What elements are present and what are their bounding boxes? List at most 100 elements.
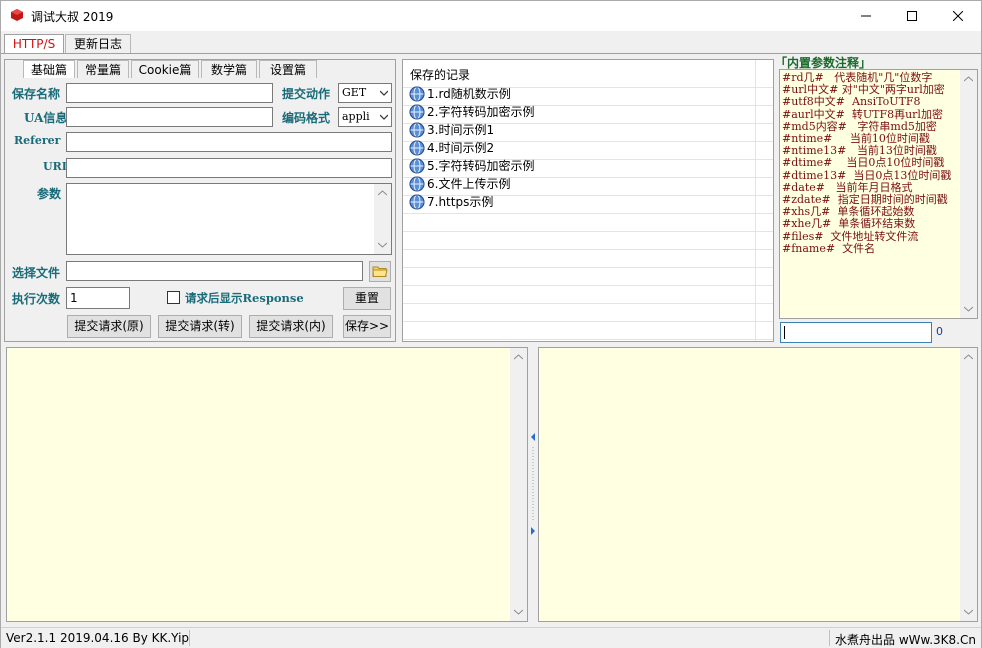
scroll-up-icon bbox=[514, 354, 523, 360]
title-bar: 调试大叔 2019 bbox=[1, 1, 981, 31]
list-gridline bbox=[403, 321, 773, 322]
list-gridline bbox=[403, 267, 773, 268]
subtab-settings[interactable]: 设置篇 bbox=[259, 60, 317, 78]
list-item[interactable]: 3.时间示例1 bbox=[409, 121, 494, 139]
notes-counter: 0 bbox=[936, 325, 943, 338]
globe-icon bbox=[409, 176, 425, 192]
list-item-label: 6.文件上传示例 bbox=[427, 177, 511, 191]
show-response-label: 请求后显示Response bbox=[185, 291, 304, 305]
tab-https[interactable]: HTTP/S bbox=[4, 34, 64, 54]
method-label: 提交动作 bbox=[282, 87, 331, 101]
scroll-down-icon bbox=[964, 306, 973, 312]
splitter-handle[interactable] bbox=[529, 429, 537, 539]
maximize-icon bbox=[907, 11, 917, 21]
list-gridline bbox=[403, 339, 773, 340]
window-title: 调试大叔 2019 bbox=[31, 10, 114, 24]
splitter-arrows-icon bbox=[531, 433, 535, 535]
scroll-up-icon bbox=[964, 76, 973, 82]
response-output-scrollbar[interactable] bbox=[960, 348, 977, 621]
status-bar: Ver2.1.1 2019.04.16 By KK.Yip 水煮舟出品 wWw.… bbox=[1, 627, 981, 648]
referer-label: Referer bbox=[14, 134, 61, 147]
status-credit: 水煮舟出品 wWw.3K8.Cn bbox=[835, 633, 976, 647]
notes-scrollbar[interactable] bbox=[960, 70, 977, 318]
list-gridline bbox=[403, 231, 773, 232]
referer-input[interactable] bbox=[66, 132, 392, 152]
globe-icon bbox=[409, 140, 425, 156]
list-gridline bbox=[403, 213, 773, 214]
tab-changelog[interactable]: 更新日志 bbox=[65, 34, 131, 53]
globe-icon bbox=[409, 104, 425, 120]
notes-panel: #rd几# 代表随机"几"位数字 #url中文# 对"中文"两字url加密 #utf… bbox=[779, 69, 978, 319]
chevron-down-icon bbox=[380, 114, 388, 120]
note-line: #files# 文件地址转文件流 bbox=[782, 229, 919, 243]
request-output-scrollbar[interactable] bbox=[510, 348, 527, 621]
encoding-label: 编码格式 bbox=[282, 111, 331, 125]
list-item-label: 3.时间示例1 bbox=[427, 123, 495, 137]
save-name-input[interactable] bbox=[66, 83, 273, 103]
method-select[interactable]: GET bbox=[338, 83, 392, 103]
note-line: #dtime# 当日0点10位时间戳 bbox=[782, 156, 945, 170]
show-response-checkbox[interactable] bbox=[167, 291, 180, 304]
minimize-icon bbox=[861, 15, 871, 17]
ua-input[interactable] bbox=[66, 107, 273, 127]
globe-icon bbox=[409, 158, 425, 174]
encoding-select[interactable]: appli bbox=[338, 107, 392, 127]
close-button[interactable] bbox=[935, 1, 981, 31]
submit-inner-button[interactable]: 提交请求(内) bbox=[249, 315, 333, 338]
status-divider bbox=[829, 630, 830, 646]
list-item[interactable]: 6.文件上传示例 bbox=[409, 175, 510, 193]
globe-icon bbox=[409, 122, 425, 138]
notes-text: #rd几# 代表随机"几"位数字 #url中文# 对"中文"两字url加密 #utf… bbox=[782, 71, 952, 255]
params-textarea[interactable] bbox=[66, 183, 392, 255]
status-divider bbox=[189, 630, 190, 646]
list-item[interactable]: 1.rd随机数示例 bbox=[409, 85, 511, 103]
ua-label: UA信息 bbox=[24, 111, 68, 125]
count-input[interactable]: 1 bbox=[66, 287, 130, 309]
scroll-up-icon bbox=[378, 190, 387, 196]
list-item-label: 1.rd随机数示例 bbox=[427, 87, 511, 101]
request-output-editor[interactable] bbox=[6, 347, 528, 622]
saved-records-list: 保存的记录 1.rd随机数示例 2.字符转码加密示例 3.时间示例1 4.时间示例2 5… bbox=[402, 59, 774, 342]
saved-records-header: 保存的记录 bbox=[410, 68, 471, 82]
scroll-down-icon bbox=[514, 609, 523, 615]
browse-file-button[interactable] bbox=[369, 261, 391, 282]
minimize-button[interactable] bbox=[843, 1, 889, 31]
submit-raw-button[interactable]: 提交请求(原) bbox=[67, 315, 151, 338]
folder-icon bbox=[372, 266, 388, 277]
list-item[interactable]: 7.https示例 bbox=[409, 193, 493, 211]
url-input[interactable] bbox=[66, 158, 392, 178]
text-cursor bbox=[784, 326, 785, 339]
subtab-basic[interactable]: 基础篇 bbox=[23, 60, 75, 78]
subtab-cookie[interactable]: Cookie篇 bbox=[131, 60, 199, 78]
submit-convert-button[interactable]: 提交请求(转) bbox=[158, 315, 242, 338]
globe-icon bbox=[409, 194, 425, 210]
list-item[interactable]: 5.字符转码加密示例 bbox=[409, 157, 534, 175]
save-button[interactable]: 保存>> bbox=[343, 315, 391, 338]
params-label: 参数 bbox=[37, 187, 62, 201]
list-item-label: 7.https示例 bbox=[427, 195, 494, 209]
note-line: #aurl中文# 转UTF8再url加密 bbox=[782, 107, 943, 121]
subtab-constants[interactable]: 常量篇 bbox=[77, 60, 129, 78]
params-scrollbar[interactable] bbox=[374, 184, 391, 254]
list-divider bbox=[755, 60, 756, 341]
save-name-label: 保存名称 bbox=[12, 87, 61, 101]
response-output-editor[interactable] bbox=[538, 347, 978, 622]
note-line: #xhe几# 单条循环结束数 bbox=[782, 217, 916, 231]
app-icon bbox=[11, 9, 23, 21]
maximize-button[interactable] bbox=[889, 1, 935, 31]
note-line: #fname# 文件名 bbox=[782, 241, 876, 255]
notes-search-input[interactable] bbox=[780, 322, 932, 343]
method-value: GET bbox=[342, 86, 367, 99]
file-path-input[interactable] bbox=[66, 261, 363, 281]
list-item[interactable]: 4.时间示例2 bbox=[409, 139, 494, 157]
list-item[interactable]: 2.字符转码加密示例 bbox=[409, 103, 534, 121]
reset-button[interactable]: 重置 bbox=[343, 287, 391, 310]
close-icon bbox=[953, 11, 963, 21]
file-label: 选择文件 bbox=[12, 266, 61, 280]
subtab-math[interactable]: 数学篇 bbox=[201, 60, 257, 78]
scroll-down-icon bbox=[964, 609, 973, 615]
list-item-label: 4.时间示例2 bbox=[427, 141, 495, 155]
globe-icon bbox=[409, 86, 425, 102]
note-line: #dtime13# 当日0点13位时间戳 bbox=[782, 168, 952, 182]
count-label: 执行次数 bbox=[12, 292, 61, 306]
